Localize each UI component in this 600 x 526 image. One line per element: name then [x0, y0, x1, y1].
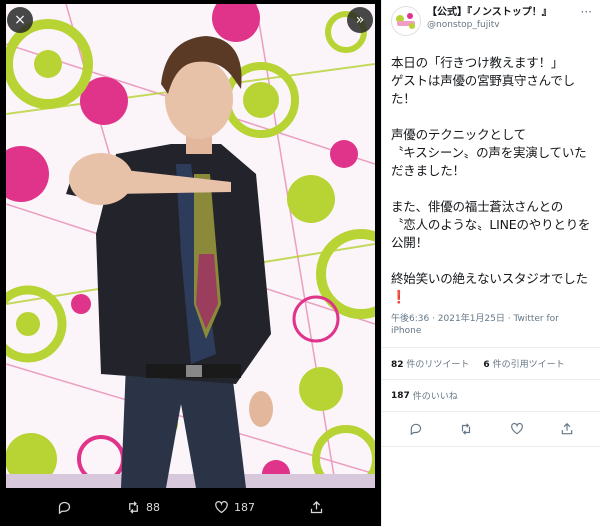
viewer-action-bar: 88 187 [0, 488, 381, 526]
divider [382, 446, 600, 447]
nonstop-logo-icon [393, 8, 419, 34]
tweet-actions [391, 412, 592, 446]
quotes-stat[interactable]: 6 件の引用ツイート [483, 357, 564, 370]
more-options-icon[interactable]: ··· [581, 6, 592, 18]
tweet-photo[interactable] [6, 4, 375, 488]
reply-button[interactable] [57, 500, 72, 515]
retweets-num: 82 [391, 360, 404, 370]
exclamation-mark-emoji: ❗ [391, 289, 407, 304]
retweet-button[interactable]: 88 [126, 500, 160, 515]
like-button[interactable]: 187 [214, 500, 255, 515]
likes-label: 件のいいね [412, 392, 458, 402]
likes-stat[interactable]: 187 件のいいね [391, 380, 592, 411]
retweet-count: 88 [146, 500, 160, 514]
reply-icon [58, 501, 71, 514]
retweets-stat[interactable]: 82 件のリツイート [391, 357, 469, 370]
close-icon[interactable]: × [7, 7, 33, 33]
engagement-stats: 82 件のリツイート 6 件の引用ツイート [391, 348, 592, 379]
photo-image [6, 4, 375, 488]
share-icon[interactable] [560, 422, 574, 436]
reply-icon[interactable] [409, 422, 423, 436]
share-button[interactable] [309, 500, 324, 515]
quotes-label: 件の引用ツイート [492, 360, 565, 370]
heart-icon[interactable] [510, 422, 524, 436]
author-names[interactable]: 【公式】『ノンストップ！』 @nonstop_fujitv [427, 6, 579, 32]
tweet-body: 本日の「行きつけ教えます！」 ゲストは声優の宮野真守さんでした！ 声優のテクニッ… [391, 55, 591, 286]
avatar[interactable] [391, 6, 421, 36]
retweet-icon[interactable] [459, 422, 473, 436]
quotes-num: 6 [483, 360, 490, 370]
user-handle[interactable]: @nonstop_fujitv [427, 19, 579, 32]
display-name[interactable]: 【公式】『ノンストップ！』 [427, 6, 579, 19]
timestamp[interactable]: 午後6:36 · 2021年1月25日 · [391, 314, 513, 324]
tweet-text: 本日の「行きつけ教えます！」 ゲストは声優の宮野真守さんでした！ 声優のテクニッ… [391, 54, 592, 306]
tweet-header: 【公式】『ノンストップ！』 @nonstop_fujitv ··· [391, 6, 592, 40]
share-icon [310, 500, 323, 513]
retweet-icon [129, 500, 138, 514]
next-icon[interactable]: » [347, 7, 373, 33]
retweets-label: 件のリツイート [406, 360, 470, 370]
likes-num: 187 [391, 390, 410, 401]
like-count: 187 [234, 500, 255, 514]
tweet-meta: 午後6:36 · 2021年1月25日 · Twitter for iPhone [391, 313, 592, 337]
tweet-panel: 【公式】『ノンストップ！』 @nonstop_fujitv ··· 本日の「行き… [381, 0, 600, 526]
media-viewer: × » 88 187 [0, 0, 381, 526]
heart-icon [215, 500, 228, 513]
